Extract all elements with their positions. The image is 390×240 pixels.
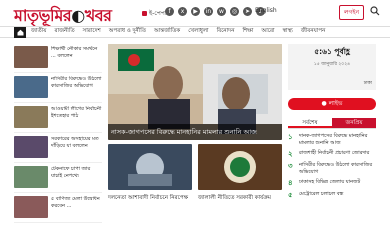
news-thumbnail [14,46,48,68]
nav-item[interactable]: আরো [261,28,274,36]
left-news-column: শিক্ষার্থী নৌকার সমর্থনে ... বললেন নাসিরী… [14,46,102,226]
news-headline: ঢাকাসহ বিভিন্ন জেলায় যানজট [299,179,361,185]
news-number: ১ [288,133,293,141]
social-links: f x ▶ in w ◎ ➤ ♪ [165,7,265,16]
list-item[interactable]: ৫ মেট্রোরেল চলাচল বন্ধ [288,191,376,199]
list-item[interactable]: ১ দানক-জাগপসের বিরুদ্ধে মানহানির মামলার শ… [288,133,376,146]
news-headline: নাসিরীর বিরুদ্ধেও উঠলো কারসাজির অভিযোগ [299,162,373,175]
news-headline: টেকনাফে চাপা জার যাচাই নেপথ্যে [51,166,91,179]
clock-date: ১৫ জানুয়ারি ২০২৪ [313,62,351,67]
list-item[interactable]: ২ রাজশাহী নির্বাচনী প্রচারণা জোরদার [288,150,376,158]
nav-item[interactable]: খেলাধুলা [188,28,208,36]
news-number: ২ [288,150,293,158]
x-icon[interactable]: x [178,7,187,16]
hero-story[interactable]: নাসক-জাগপসের বিরুদ্ধে মানহানির মামলার শু… [108,44,282,140]
mid-card-image [198,144,282,190]
news-headline: রাজশাহী নির্বাচনী প্রচারণা জোরদার [299,150,370,156]
nav-item[interactable]: জাতীয় [31,28,46,36]
news-number: ৩ [288,162,293,170]
youtube-icon[interactable]: ▶ [191,7,200,16]
news-thumbnail [14,136,48,158]
list-item[interactable]: ৫ বাণিজ্য মেলা উদ্বোধন করবেন ... [14,196,102,223]
news-tabs: সর্বশেষ জনপ্রিয় [288,118,376,129]
news-headline: ৫ বাণিজ্য মেলা উদ্বোধন করবেন ... [51,196,100,209]
nav-item[interactable]: সারাদেশ [83,28,101,36]
news-headline: আওয়ামী লীগের নির্বাচনী ইশতেহার পাঠ [51,106,102,119]
news-headline: শিক্ষার্থী নৌকার সমর্থনে ... বললেন [51,46,98,59]
news-thumbnail [14,106,48,128]
logo-main: মাতৃভূমির [14,6,72,25]
right-column: ৫:৬১ পূর্বাহ্ণ ১৫ জানুয়ারি ২০২৪ ঢাকা ● … [288,44,376,203]
mid-card-title: জালালী নীতিতে সরকারী কার্যক্রম [198,195,271,201]
live-button[interactable]: ● লাইভ [288,98,376,110]
top-bar: মাতৃভূমির◐খবর ই-পেপার f x ▶ in w ◎ ➤ ♪ E… [0,0,390,25]
news-headline: দানক-জাগপসের বিরুদ্ধে মানহানির মামলার শু… [299,133,368,146]
mid-card-2[interactable]: জালালী নীতিতে সরকারী কার্যক্রম [198,144,282,202]
linkedin-icon[interactable]: in [204,7,213,16]
news-headline: নাসিরীর বিরুদ্ধেও উঠলো কারসাজির অভিযোগ [51,76,102,89]
language-switch[interactable]: English [255,7,277,14]
list-item[interactable]: নাসিরীর বিরুদ্ধেও উঠলো কারসাজির অভিযোগ [14,76,102,103]
mid-card-1[interactable]: দলনেতা আশাবাদী নির্বাচনে নিরপেক্ষ [108,144,192,202]
list-item[interactable]: ৪ ঢাকাসহ বিভিন্ন জেলায় যানজট [288,179,376,187]
list-item[interactable]: ৩ নাসিরীর বিরুদ্ধেও উঠলো কারসাজির অভিযোগ [288,162,376,175]
main-nav: জাতীয় রাজনীতি সারাদেশ অপরাধ ও দুর্নীতি আন্ত… [0,26,390,38]
nav-item[interactable]: শিক্ষা [242,28,253,36]
login-button[interactable]: লগইন [339,5,365,20]
tab-latest[interactable]: সর্বশেষ [288,118,332,128]
epaper-icon [142,11,147,16]
clock-location: ঢাকা [363,81,372,86]
nav-item[interactable]: রাজনীতি [54,28,74,36]
tab-popular[interactable]: জনপ্রিয় [332,118,376,128]
hero-caption: নাসক-জাগপসের বিরুদ্ধে মানহানির মামলার শু… [108,124,282,140]
nav-item[interactable]: জীবনযাপন [301,28,326,36]
list-item[interactable]: শিক্ষার্থী নৌকার সমর্থনে ... বললেন [14,46,102,73]
latest-news-list: ১ দানক-জাগপসের বিরুদ্ধে মানহানির মামলার শ… [288,133,376,199]
news-number: ৪ [288,179,293,187]
search-icon[interactable] [370,6,380,16]
news-thumbnail [14,76,48,98]
mid-card-title: দলনেতা আশাবাদী নির্বাচনে নিরপেক্ষ [108,195,189,201]
nav-items: জাতীয় রাজনীতি সারাদেশ অপরাধ ও দুর্নীতি আন্ত… [31,28,325,36]
whatsapp-icon[interactable]: w [217,7,226,16]
news-number: ৫ [288,191,293,199]
logo-sub: খবর [84,6,112,25]
list-item[interactable]: সরকারের অসহায়ের মত দাঁড়িয়ে যা বললেন [14,136,102,163]
news-headline: সরকারের অসহায়ের মত দাঁড়িয়ে যা বললেন [51,136,99,149]
nav-item[interactable]: স্বাস্থ্য [283,28,293,36]
news-headline: মেট্রোরেল চলাচল বন্ধ [299,191,344,197]
mid-card-image [108,144,192,190]
list-item[interactable]: আওয়ামী লীগের নির্বাচনী ইশতেহার পাঠ [14,106,102,133]
facebook-icon[interactable]: f [165,7,174,16]
news-thumbnail [14,196,48,218]
home-icon[interactable] [14,26,26,38]
news-thumbnail [14,166,48,188]
nav-item[interactable]: অপরাধ ও দুর্নীতি [109,28,146,36]
nav-item[interactable]: বিনোদন [217,28,235,36]
instagram-icon[interactable]: ◎ [230,7,239,16]
list-item[interactable]: টেকনাফে চাপা জার যাচাই নেপথ্যে [14,166,102,193]
telegram-icon[interactable]: ➤ [243,7,252,16]
clock-time: ৫:৬১ পূর্বাহ্ণ [314,47,350,56]
clock-widget: ৫:৬১ পূর্বাহ্ণ ১৫ জানুয়ারি ২০২৪ ঢাকা [288,44,376,90]
nav-item[interactable]: আন্তর্জাতিক [154,28,180,36]
